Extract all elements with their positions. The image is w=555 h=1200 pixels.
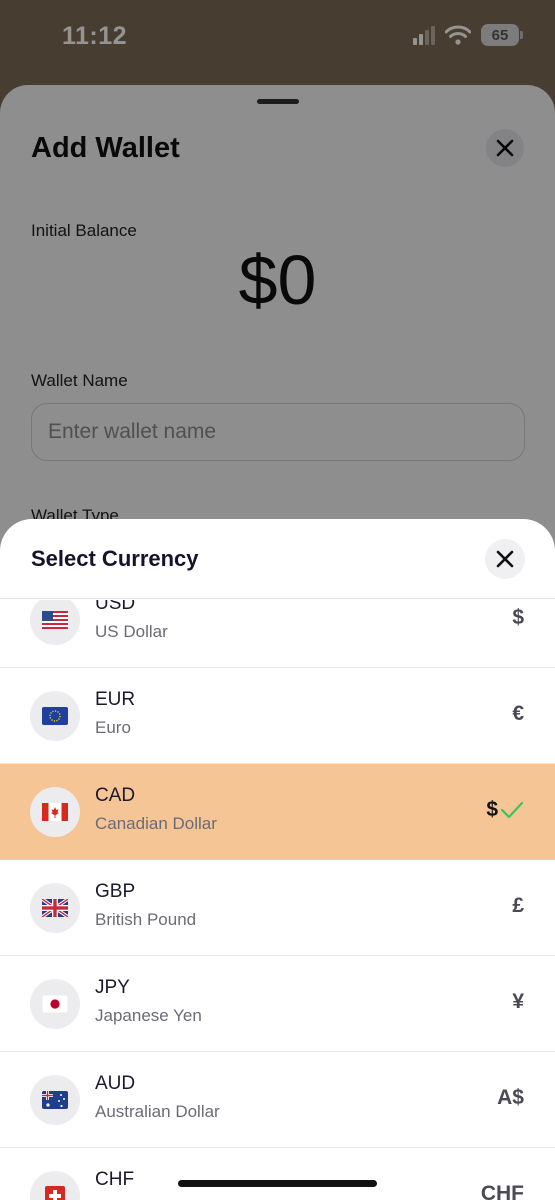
close-currency-button[interactable] (485, 539, 525, 579)
select-currency-sheet: Select Currency USD US Dollar $ EUR Euro… (0, 519, 555, 1200)
currency-name: Japanese Yen (95, 1006, 202, 1025)
currency-symbol-text: CHF (480, 1182, 524, 1200)
currency-row-gbp[interactable]: GBP British Pound £ (0, 860, 555, 956)
currency-row-usd[interactable]: USD US Dollar $ (0, 600, 555, 668)
currency-code: GBP (95, 881, 136, 902)
currency-name: Australian Dollar (95, 1102, 220, 1121)
currency-symbol-text: € (512, 702, 524, 725)
flag-ch-icon (30, 1171, 80, 1200)
currency-symbol-text: £ (512, 894, 524, 917)
flag-ca-icon (30, 787, 80, 837)
currency-row-jpy[interactable]: JPY Japanese Yen ¥ (0, 956, 555, 1052)
currency-symbol-text: A$ (497, 1086, 524, 1109)
currency-symbol: € (512, 702, 524, 726)
flag-au-icon (30, 1075, 80, 1125)
currency-name: Euro (95, 718, 131, 737)
currency-code: CHF (95, 1169, 135, 1190)
currency-code: JPY (95, 977, 130, 998)
currency-symbol: ¥ (512, 990, 524, 1014)
home-indicator[interactable] (178, 1180, 377, 1187)
flag-jp-icon (30, 979, 80, 1029)
currency-row-chf[interactable]: CHF CHF (0, 1148, 555, 1200)
currency-symbol-text: $ (512, 606, 524, 629)
currency-symbol-text: ¥ (512, 990, 524, 1013)
currency-row-cad[interactable]: CAD Canadian Dollar $ (0, 764, 555, 860)
checkmark-icon (500, 801, 524, 819)
currency-code: EUR (95, 689, 136, 710)
currency-name: British Pound (95, 910, 197, 929)
currency-symbol: CHF (481, 1182, 524, 1200)
currency-sheet-header: Select Currency (0, 519, 555, 599)
flag-eu-icon (30, 691, 80, 741)
close-icon (496, 550, 514, 568)
currency-row-aud[interactable]: AUD Australian Dollar A$ (0, 1052, 555, 1148)
currency-code: CAD (95, 785, 136, 806)
currency-symbol-text: $ (486, 798, 498, 821)
currency-name: Canadian Dollar (95, 814, 217, 833)
flag-gb-icon (30, 883, 80, 933)
currency-row-eur[interactable]: EUR Euro € (0, 668, 555, 764)
select-currency-title: Select Currency (31, 546, 199, 571)
currency-symbol: $ (486, 798, 524, 822)
currency-name: US Dollar (95, 622, 168, 641)
currency-symbol: £ (512, 894, 524, 918)
currency-code: AUD (95, 1073, 136, 1094)
currency-symbol: A$ (497, 1086, 524, 1110)
currency-list[interactable]: USD US Dollar $ EUR Euro € CAD Canadian … (0, 600, 555, 1200)
flag-us-icon (30, 600, 80, 645)
currency-code: USD (95, 600, 136, 614)
currency-symbol: $ (512, 606, 524, 630)
